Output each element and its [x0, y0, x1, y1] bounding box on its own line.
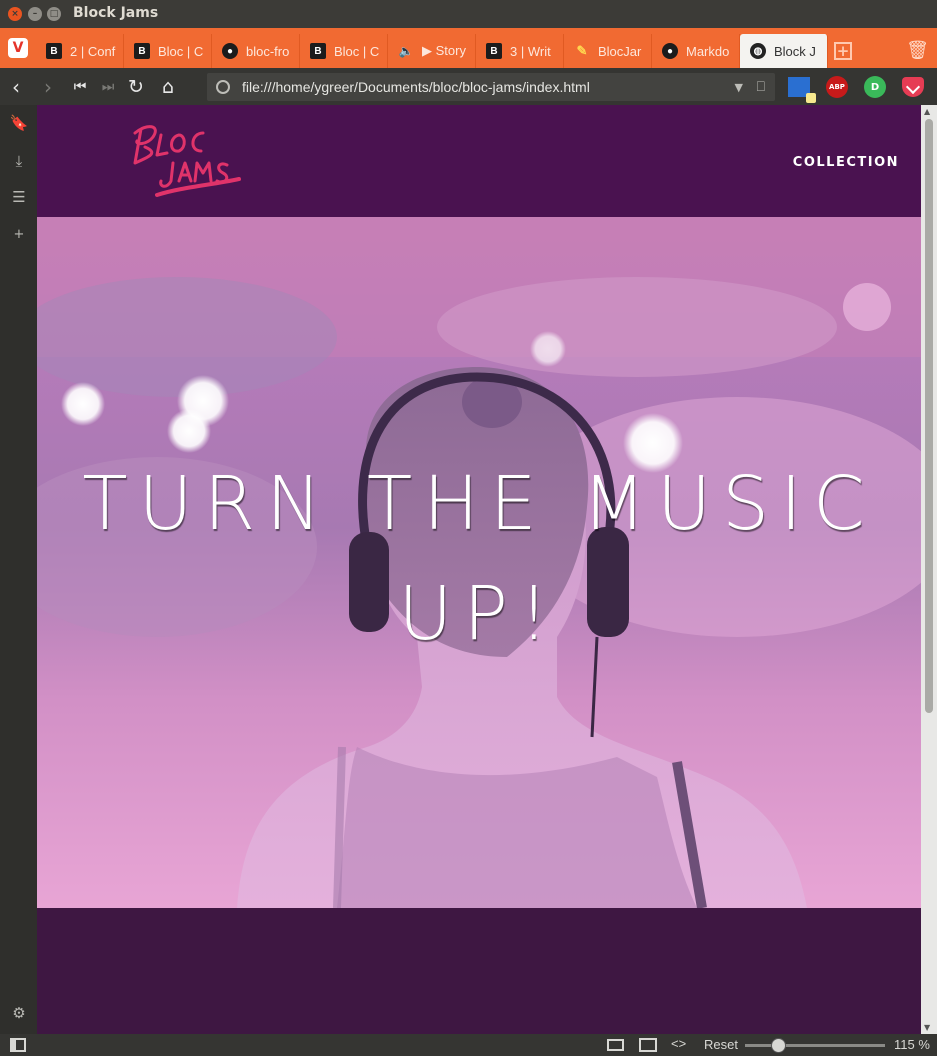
- trash-icon[interactable]: 🗑: [906, 40, 929, 61]
- address-bar: ‹ › ⏮ ⏭ ↻ ⌂ file:///home/ygreer/Document…: [0, 68, 937, 105]
- scroll-up-arrow-icon[interactable]: ▲: [924, 107, 930, 116]
- tab-label: bloc-fro: [246, 43, 290, 59]
- site-navbar: COLLECTION: [37, 105, 921, 217]
- tab[interactable]: ● bloc-fro: [212, 34, 300, 68]
- vivaldi-menu-button[interactable]: V: [0, 28, 36, 68]
- page-scrollbar[interactable]: ▲ ▼: [921, 105, 937, 1034]
- tab[interactable]: 🔈 ▶ Story: [388, 34, 476, 68]
- zoom-slider-handle[interactable]: [771, 1038, 786, 1053]
- page-actions-icon[interactable]: <>: [671, 1036, 686, 1051]
- tab-strip: V B 2 | Conf B Bloc | C ● bloc-fro B Bloc | …: [0, 28, 937, 68]
- page-lower-section: [37, 908, 921, 1034]
- toggle-panel-icon[interactable]: [10, 1038, 26, 1052]
- github-icon: ●: [662, 43, 678, 59]
- tab[interactable]: B 3 | Writ: [476, 34, 564, 68]
- pencil-icon: ✎: [576, 43, 588, 58]
- forward-button[interactable]: ›: [32, 68, 64, 105]
- zoom-reset-button[interactable]: Reset: [704, 1037, 738, 1052]
- tab[interactable]: B Bloc | C: [300, 34, 388, 68]
- tab[interactable]: B Bloc | C: [124, 34, 212, 68]
- bloc-b-icon: B: [134, 43, 150, 59]
- bloc-b-icon: B: [310, 43, 326, 59]
- zoom-level: 115 %: [894, 1037, 930, 1052]
- scroll-down-arrow-icon[interactable]: ▼: [924, 1023, 930, 1032]
- tab-label: Markdo: [686, 43, 730, 59]
- hero-line-1: TURN THE MUSIC: [82, 461, 876, 547]
- tab-label: Bloc | C: [158, 43, 204, 59]
- tab-label: 3 | Writ: [510, 43, 551, 59]
- pocket-icon: [902, 77, 924, 97]
- hero-section: TURN THE MUSIC UP!: [37, 217, 921, 908]
- reload-button[interactable]: ↻: [120, 68, 152, 105]
- tab-active[interactable]: ◍ Block J: [740, 34, 828, 68]
- chevron-down-icon[interactable]: ▼: [735, 81, 743, 94]
- adblock-plus-button[interactable]: ABP: [822, 72, 852, 102]
- abp-icon: ABP: [826, 76, 848, 98]
- window-tiling-icon[interactable]: [607, 1039, 624, 1051]
- image-toggle-icon[interactable]: [639, 1038, 657, 1052]
- rewind-button[interactable]: ⏮: [64, 68, 96, 105]
- url-field[interactable]: file:///home/ygreer/Documents/bloc/bloc-…: [207, 73, 775, 101]
- extension-tab-icon[interactable]: [784, 72, 816, 103]
- url-text[interactable]: file:///home/ygreer/Documents/bloc/bloc-…: [242, 79, 590, 95]
- home-button[interactable]: ⌂: [152, 68, 184, 105]
- bookmarks-icon[interactable]: 🔖: [9, 113, 29, 133]
- scrollbar-thumb[interactable]: [925, 119, 933, 713]
- sound-icon: 🔈: [398, 44, 414, 58]
- add-panel-icon[interactable]: +: [9, 224, 29, 244]
- plus-icon: +: [834, 42, 852, 60]
- tab-label: 2 | Conf: [70, 43, 116, 59]
- close-window-button[interactable]: ×: [8, 7, 22, 21]
- vivaldi-logo-icon: V: [8, 38, 28, 58]
- tab[interactable]: ● Markdo: [652, 34, 740, 68]
- bookmark-page-icon[interactable]: ⎕: [757, 79, 765, 95]
- tab-label: Block J: [774, 43, 816, 59]
- bloc-b-icon: B: [486, 43, 502, 59]
- globe-icon: ◍: [750, 43, 766, 59]
- fast-forward-button[interactable]: ⏭: [96, 68, 120, 105]
- new-tab-button[interactable]: +: [828, 34, 858, 68]
- hero-line-2: UP!: [398, 571, 560, 657]
- status-bar: <> Reset 115 %: [0, 1034, 937, 1056]
- window-titlebar: × – □ Block Jams: [0, 0, 937, 28]
- window-title: Block Jams: [73, 5, 159, 21]
- tab-label: Bloc | C: [334, 43, 380, 59]
- github-icon: ●: [222, 43, 238, 59]
- tab-label: BlocJar: [598, 43, 642, 59]
- back-button[interactable]: ‹: [0, 68, 32, 105]
- page-viewport: COLLECTION TURN THE MUSIC UP!: [37, 105, 921, 1034]
- settings-gear-icon[interactable]: ⚙: [9, 1003, 29, 1023]
- hero-headline: TURN THE MUSIC UP!: [37, 449, 921, 669]
- tab[interactable]: B 2 | Conf: [36, 34, 124, 68]
- zoom-slider[interactable]: [745, 1044, 885, 1047]
- site-info-icon[interactable]: [216, 80, 230, 94]
- tab-label: ▶ Story: [422, 43, 466, 58]
- bloc-b-icon: B: [46, 43, 62, 59]
- collection-nav-link[interactable]: COLLECTION: [793, 155, 899, 170]
- tab[interactable]: ✎ BlocJar: [564, 34, 652, 68]
- side-panel: 🔖 ⤓ ☰ + ⚙: [0, 105, 37, 1034]
- bloc-jams-logo[interactable]: [127, 115, 247, 205]
- notes-icon[interactable]: ☰: [9, 187, 29, 207]
- pocket-button[interactable]: [898, 72, 928, 102]
- minimize-window-button[interactable]: –: [28, 7, 42, 21]
- pushbullet-icon: D: [864, 76, 886, 98]
- window-icon: [788, 77, 816, 103]
- downloads-icon[interactable]: ⤓: [9, 151, 29, 171]
- maximize-window-button[interactable]: □: [47, 7, 61, 21]
- pushbullet-button[interactable]: D: [860, 72, 890, 102]
